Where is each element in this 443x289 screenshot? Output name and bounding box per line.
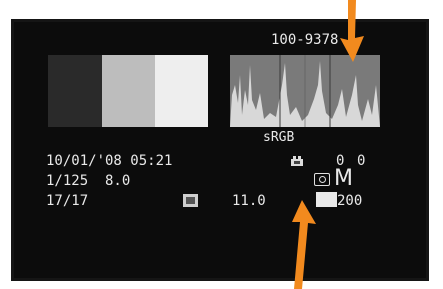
frame-counter: 17/17 <box>46 193 89 209</box>
iso-value: 200 <box>337 193 363 209</box>
white-balance-icon <box>291 156 303 166</box>
date-time: 10/01/'08 05:21 <box>46 153 173 169</box>
file-size: 11.0 <box>232 193 266 209</box>
brightness-histogram <box>230 55 380 127</box>
color-space-label: sRGB <box>263 130 295 145</box>
swatch-mid <box>102 55 155 127</box>
image-quality-icon <box>183 194 198 207</box>
tone-swatches <box>48 55 208 127</box>
folder-file-number: 100-9378 <box>271 32 339 48</box>
swatch-dark <box>48 55 102 127</box>
swatch-light <box>155 55 208 127</box>
image-size: M <box>334 166 353 191</box>
exposure-comp-value-2: 0 <box>357 153 366 169</box>
pointer-arrow-icon <box>340 0 364 62</box>
shutter-aperture: 1/125 8.0 <box>46 173 131 189</box>
histogram-graph <box>230 55 380 127</box>
pointer-arrow-icon <box>292 200 316 289</box>
flash-icon <box>314 173 330 186</box>
